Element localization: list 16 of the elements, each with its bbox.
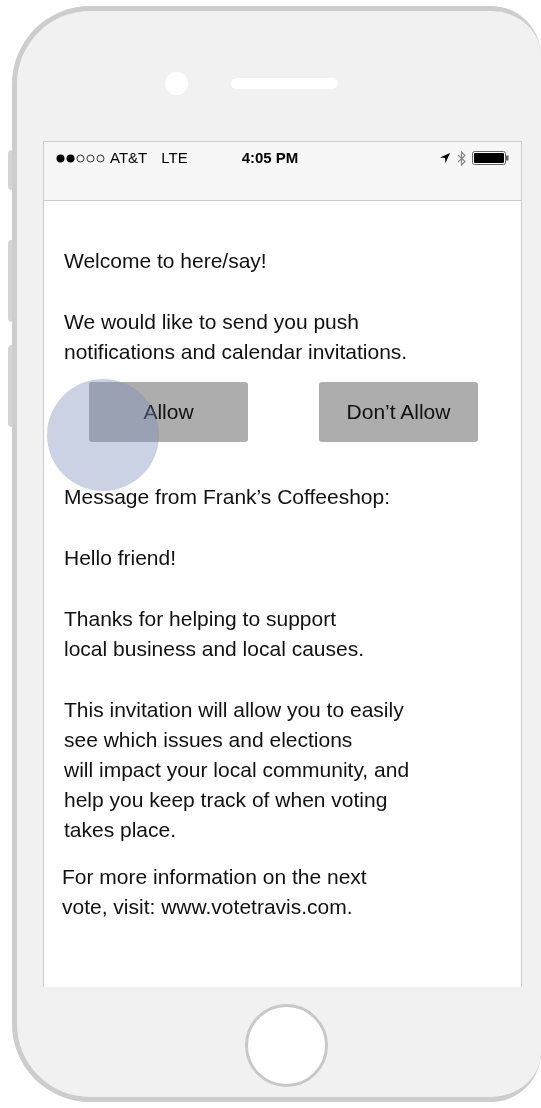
network-label: LTE bbox=[161, 147, 188, 168]
location-arrow-icon bbox=[439, 152, 451, 164]
carrier-label: AT&T bbox=[110, 147, 148, 168]
message-paragraph: For more information on the next vote, visit: www.votetravis.com. bbox=[62, 864, 367, 920]
allow-button[interactable]: Allow bbox=[89, 382, 248, 442]
permission-prompt: We would like to send you push notifications and calendar invitations. bbox=[64, 309, 408, 365]
dont-allow-button[interactable]: Don’t Allow bbox=[319, 382, 478, 442]
battery-icon bbox=[472, 151, 509, 165]
signal-icon bbox=[56, 153, 105, 163]
status-time: 4:05 PM bbox=[241, 147, 299, 168]
bluetooth-icon bbox=[457, 150, 466, 166]
message-paragraph: Message from Frank’s Coffeeshop: bbox=[64, 484, 391, 510]
message-paragraph: Hello friend! bbox=[64, 545, 177, 571]
message-paragraph: Thanks for helping to support local business and local causes. bbox=[64, 606, 364, 662]
message-paragraph: This invitation will allow you to easily see which issues and elections will impact your local community, and help you keep track of when voting takes place. bbox=[64, 697, 410, 843]
welcome-heading: Welcome to here/say! bbox=[64, 248, 267, 274]
